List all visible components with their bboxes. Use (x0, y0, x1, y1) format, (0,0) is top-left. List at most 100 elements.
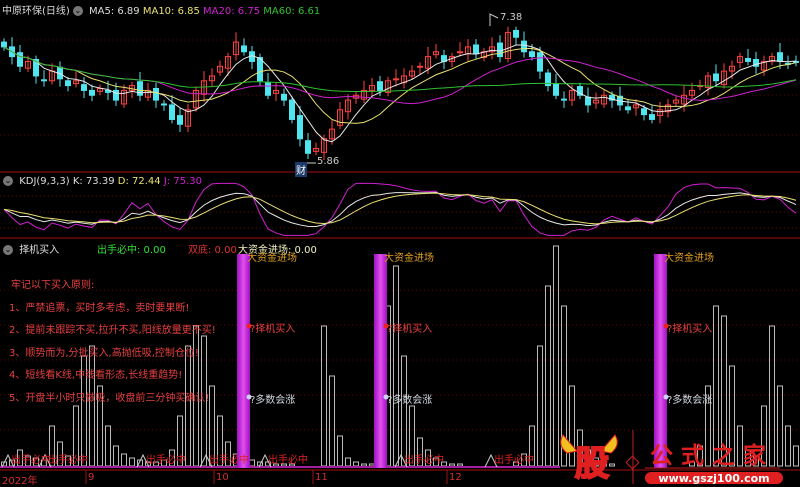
signal-bar (329, 375, 335, 467)
candle (161, 103, 167, 106)
rule-text: 2、提前未跟踪不买,拉升不买,阳线放量更不买! (9, 325, 216, 336)
chushou-marker: 出手必中 (404, 455, 444, 466)
candle (41, 79, 47, 82)
ma10-label: MA10: 6.85 (142, 6, 200, 17)
buy-signal-column (374, 254, 387, 468)
signal-bar (321, 325, 327, 467)
signal-rise: ?多数会涨 (667, 395, 713, 406)
signal-bar (121, 453, 127, 467)
ma5-line (3, 44, 797, 143)
signal-buy: ?择机买入 (250, 324, 296, 335)
candle (473, 44, 479, 55)
stock-title: 中原环保(日线) (2, 6, 70, 17)
candle (393, 78, 399, 81)
candle (713, 73, 719, 82)
chushou-marker: 出手必中 (268, 455, 308, 466)
signal-bar (113, 445, 119, 467)
ma5-label: MA5: 6.89 (89, 6, 140, 17)
kdj-header: ⌄ KDJ(9,3,3) K: 73.39 D: 72.44 J: 75.30 (0, 176, 202, 187)
signal-rise: ?多数会涨 (387, 395, 433, 406)
candle (81, 84, 87, 91)
chushou-marker: 出手必中 (494, 455, 534, 466)
candle (521, 40, 527, 53)
k-label: K: 73.39 (72, 176, 115, 187)
logo-graphic: 股 公式之家 www.gszj100.com (560, 430, 783, 484)
shuangdi-value: 双底: 0.00 (188, 245, 237, 256)
signal-bar (457, 463, 463, 467)
axis-label: 9 (88, 472, 95, 483)
signal-big-funds: 大资金进场 (247, 253, 297, 264)
finance-badge[interactable]: 财 (295, 162, 307, 177)
candle (265, 82, 271, 96)
low-marker: 5.86 (317, 156, 340, 167)
svg-text:股: 股 (575, 444, 609, 484)
signal-bar (185, 345, 191, 467)
candle (289, 99, 295, 120)
candle (1, 41, 7, 48)
chushou-value: 出手必中: 0.00 (97, 245, 166, 256)
signal-big-funds: 大资金进场 (664, 253, 714, 264)
signal-bar (129, 457, 135, 467)
axis-label: 10 (216, 472, 229, 483)
candle (561, 98, 567, 101)
candle (257, 57, 263, 82)
signal-buy: ?择机买入 (667, 324, 713, 335)
candle (65, 80, 71, 87)
candle (457, 51, 463, 54)
candle (497, 42, 503, 58)
svg-text:www.gszj100.com: www.gszj100.com (658, 472, 769, 484)
signal-bar (345, 457, 351, 467)
signal-bar (361, 463, 367, 467)
kdj-title: KDJ(9,3,3) (19, 176, 70, 187)
dropdown-icon[interactable]: ⌄ (72, 6, 83, 16)
signal-bar (105, 425, 111, 467)
candle (177, 115, 183, 125)
signal-buy: ?择机买入 (387, 324, 433, 335)
candle (641, 108, 647, 116)
rule-text: 5、开盘半小时只做吸，收盘前三分钟买确认! (9, 392, 210, 404)
signal-rise: ?多数会涨 (250, 395, 296, 406)
candle (305, 140, 311, 154)
signal-bar (545, 285, 551, 467)
candle (89, 89, 95, 96)
signal-bar (337, 435, 343, 467)
signal-bar (89, 345, 95, 467)
candle (281, 93, 287, 101)
axis-label: 2022年 (2, 476, 38, 487)
high-marker: 7.38 (500, 12, 523, 23)
signal-bar (401, 355, 407, 467)
main-header: 中原环保(日线) ⌄ MA5: 6.89 MA10: 6.85 MA20: 6.7… (2, 2, 320, 17)
candle (241, 45, 247, 53)
d-label: D: 72.44 (117, 176, 161, 187)
site-logo: 股 公式之家 www.gszj100.com (555, 425, 800, 484)
candle (625, 106, 631, 111)
rule-text: 3、顺势而为,分批买入,高抛低吸,控制仓位! (9, 347, 199, 359)
candle (537, 52, 543, 72)
buy-signal-column (237, 254, 250, 468)
chushou-marker: 出手必中 (11, 455, 51, 466)
candle (153, 88, 159, 101)
signal-bar (537, 345, 543, 467)
chushou-marker: 出手必中 (209, 455, 249, 466)
signal-bar (353, 461, 359, 467)
svg-text:公式之家: 公式之家 (650, 442, 774, 469)
ma20-label: MA20: 6.75 (203, 6, 261, 17)
candle (553, 83, 559, 96)
candle (113, 89, 119, 101)
candle (297, 115, 303, 140)
chushou-marker: 出手必中 (48, 455, 88, 466)
axis-label: 12 (449, 472, 462, 483)
candle (169, 104, 175, 120)
candle (17, 52, 23, 67)
dropdown-icon[interactable]: ⌄ (3, 245, 13, 255)
rule-text: 4、短线看K线,中线看形态,长线重趋势! (9, 370, 183, 381)
candle (745, 58, 751, 62)
candle (585, 96, 591, 106)
candle (649, 114, 655, 120)
dropdown-icon[interactable]: ⌄ (3, 176, 13, 186)
rule-text: 1、严禁追票，买时多考虑，卖时要果断! (9, 302, 190, 314)
candle (377, 81, 383, 91)
candle (529, 51, 535, 58)
signal-bar (369, 463, 375, 467)
j-label: J: 75.30 (163, 176, 202, 187)
